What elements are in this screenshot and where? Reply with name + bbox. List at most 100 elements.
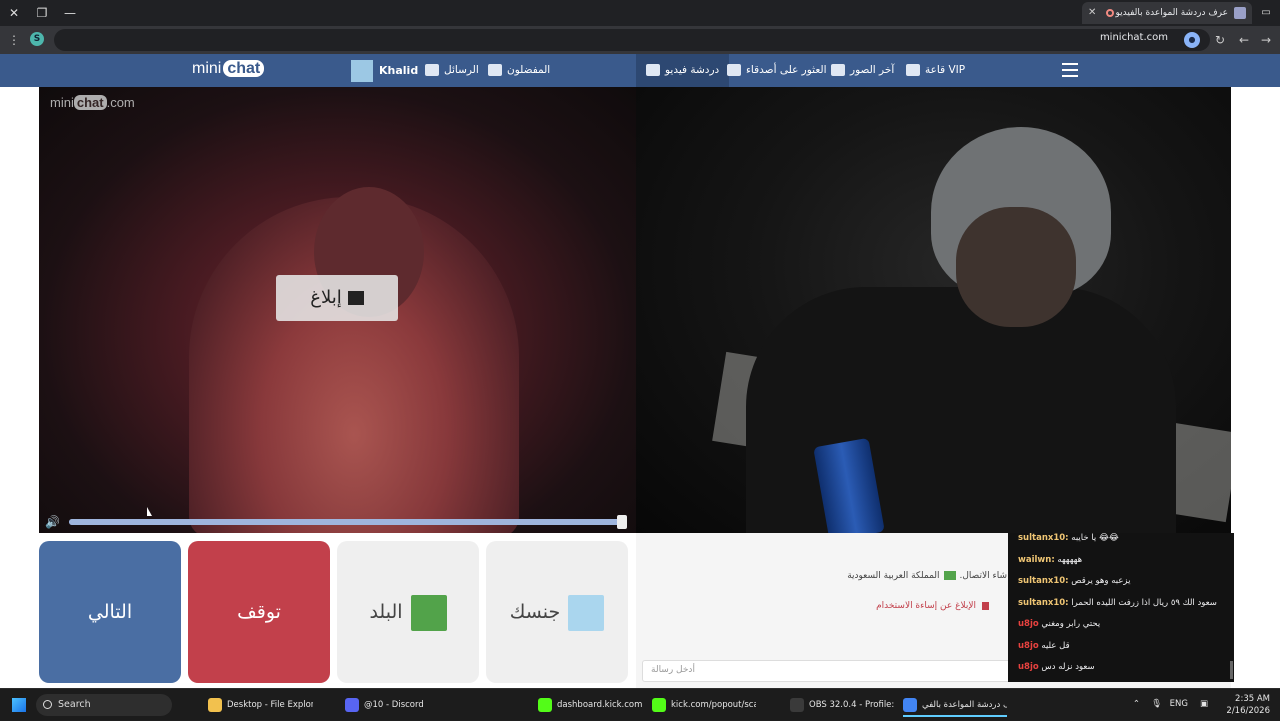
- chat-text: سعود الك ٥٩ ريال اذا زرفت الليده الحمرا: [1068, 597, 1217, 608]
- tab-search-icon[interactable]: ▭: [1256, 3, 1276, 23]
- next-button[interactable]: التالي: [39, 541, 181, 683]
- stream-chat-message: sultanx10: يزعبه وهو يرقص: [1018, 572, 1230, 590]
- self-face: [956, 207, 1076, 327]
- chat-username[interactable]: sultanx10:: [1018, 533, 1069, 543]
- reload-icon[interactable]: ↻: [1210, 30, 1230, 50]
- stream-chat-message: wailwn: هههههه: [1018, 551, 1230, 569]
- avatar: [351, 60, 373, 82]
- clock[interactable]: 2:35 AM 2/16/2026: [1210, 693, 1270, 717]
- site-logo[interactable]: mini chat: [192, 60, 265, 78]
- app-label: dashboard.kick.com/po: [557, 700, 642, 710]
- address-bar: ⋮ S ☆ minichat.com ● ↻ ← →: [0, 26, 1280, 54]
- chat-text: قل عليه: [1038, 640, 1070, 651]
- stream-chat-overlay: sultanx10: يا خايبه 😂😂 wailwn: هههههه sult…: [1008, 533, 1234, 682]
- nav-favorites[interactable]: المفضلون: [488, 54, 550, 87]
- mouse-cursor: [147, 507, 152, 516]
- stream-chat-message: sultanx10: سعود الك ٥٩ ريال اذا زرفت الل…: [1018, 594, 1230, 612]
- volume-handle[interactable]: [617, 515, 627, 529]
- self-figure: [746, 287, 1176, 533]
- country-button[interactable]: البلد: [337, 541, 479, 683]
- chat-text: سعود نزله دس: [1038, 662, 1095, 672]
- extension-icon[interactable]: S: [30, 32, 44, 46]
- windows-start-icon[interactable]: [12, 698, 26, 712]
- back-icon[interactable]: ←: [1234, 30, 1254, 50]
- chat-username[interactable]: sultanx10:: [1018, 598, 1069, 608]
- report-abuse-link[interactable]: الإبلاغ عن إساءة الاستخدام: [876, 601, 989, 611]
- chat-username[interactable]: wailwn:: [1018, 555, 1055, 565]
- message-input[interactable]: أدخل رسالة: [642, 660, 1022, 682]
- chevron-up-icon[interactable]: ⌃: [1133, 699, 1140, 709]
- app-icon: [345, 697, 359, 712]
- saudi-flag-icon: [410, 594, 447, 631]
- chat-text: يا خايبه 😂😂: [1068, 533, 1119, 543]
- minimize-window-icon[interactable]: —: [60, 3, 80, 23]
- nav-find-friends[interactable]: العثور على أصدقاء: [727, 54, 827, 87]
- stream-chat-message: u8jo قل عليه: [1018, 637, 1230, 655]
- taskbar-app[interactable]: kick.com/popout/scarsa: [652, 693, 756, 717]
- app-icon: [208, 697, 222, 712]
- chat-scrollbar[interactable]: [1230, 661, 1233, 679]
- chat-username[interactable]: u8jo: [1018, 641, 1039, 651]
- stream-chat-message: sultanx10: يا خايبه 😂😂: [1018, 533, 1230, 547]
- network-icon[interactable]: ▣: [1200, 699, 1208, 709]
- tab-favicon-icon: [1234, 7, 1246, 19]
- app-icon: [652, 697, 666, 712]
- stream-chat-message: u8jo يحتي رابر ومغني: [1018, 615, 1230, 633]
- app-icon: [790, 697, 804, 712]
- volume-slider[interactable]: [69, 519, 623, 525]
- nav-vip-hall[interactable]: قاعة VIP: [906, 54, 965, 87]
- nav-messages[interactable]: الرسائل: [425, 54, 479, 87]
- tab-title: عرف دردشة المواعدة بالفيديو: [1115, 8, 1228, 18]
- envelope-icon: [425, 64, 439, 76]
- forward-icon[interactable]: →: [1256, 30, 1276, 50]
- restore-window-icon[interactable]: ❐: [32, 3, 52, 23]
- taskbar-app[interactable]: Desktop - File Explorer: [208, 693, 313, 717]
- app-label: OBS 32.0.4 - Profile: Unt: [809, 700, 894, 710]
- saudi-flag-icon: [943, 571, 956, 580]
- taskbar-app[interactable]: dashboard.kick.com/po: [538, 693, 642, 717]
- flag-icon: [347, 291, 364, 305]
- video-chat-icon: [646, 64, 660, 76]
- camera-in-use-icon[interactable]: ●: [1184, 32, 1200, 48]
- report-button[interactable]: إبلاغ: [276, 275, 398, 321]
- chat-controls: التالي توقف البلد جنسك: [39, 541, 629, 683]
- chat-username[interactable]: u8jo: [1018, 662, 1039, 672]
- app-icon: [538, 697, 552, 712]
- chat-username[interactable]: sultanx10:: [1018, 576, 1069, 586]
- language-indicator[interactable]: ENG: [1170, 699, 1188, 709]
- app-label: kick.com/popout/scarsa: [671, 700, 756, 710]
- red-flag-icon: [982, 601, 989, 610]
- taskbar-search[interactable]: Search: [36, 694, 172, 716]
- hamburger-menu-icon[interactable]: [1062, 63, 1078, 77]
- close-window-icon[interactable]: ✕: [4, 3, 24, 23]
- recording-indicator-icon: [1106, 9, 1114, 17]
- stream-chat-message: u8jo سعود نزله دس: [1018, 658, 1230, 676]
- volume-icon[interactable]: 🔊: [45, 515, 63, 529]
- stop-button[interactable]: توقف: [188, 541, 330, 683]
- bookmark-icon: [488, 64, 502, 76]
- url-text[interactable]: minichat.com: [1100, 32, 1168, 43]
- gender-button[interactable]: جنسك: [486, 541, 628, 683]
- omnibox[interactable]: [54, 29, 1210, 51]
- chat-text: يحتي رابر ومغني: [1038, 619, 1101, 629]
- connection-status: شاء الاتصال.المملكة العربية السعودية: [847, 571, 1007, 581]
- chat-text: يزعبه وهو يرقص: [1068, 576, 1131, 586]
- crown-icon: [906, 64, 920, 76]
- taskbar-app[interactable]: OBS 32.0.4 - Profile: Unt: [790, 693, 894, 717]
- taskbar-app[interactable]: @10 - Discord: [345, 693, 425, 717]
- microphone-icon[interactable]: 🎙: [1151, 699, 1162, 709]
- tab-close-icon[interactable]: ✕: [1088, 2, 1096, 24]
- browser-tab[interactable]: ✕ عرف دردشة المواعدة بالفيديو: [1082, 2, 1252, 24]
- chat-username[interactable]: u8jo: [1018, 619, 1039, 629]
- taskbar-app[interactable]: عرف دردشة المواعدة بالفي: [903, 693, 1007, 717]
- browser-tabbar: ✕ ❐ — + ✕ عرف دردشة المواعدة بالفيديو ▭: [0, 0, 1280, 26]
- search-icon: [727, 64, 741, 76]
- photos-grid-icon: [831, 64, 845, 76]
- search-icon: [43, 700, 52, 709]
- app-label: Desktop - File Explorer: [227, 700, 313, 710]
- nav-video-chat[interactable]: دردشة فيديو: [636, 54, 730, 87]
- menu-dots-icon[interactable]: ⋮: [4, 30, 24, 50]
- nav-last-photos[interactable]: آخر الصور: [831, 54, 894, 87]
- app-label: عرف دردشة المواعدة بالفي: [922, 700, 1007, 710]
- nav-user-profile[interactable]: Khalid: [351, 60, 418, 82]
